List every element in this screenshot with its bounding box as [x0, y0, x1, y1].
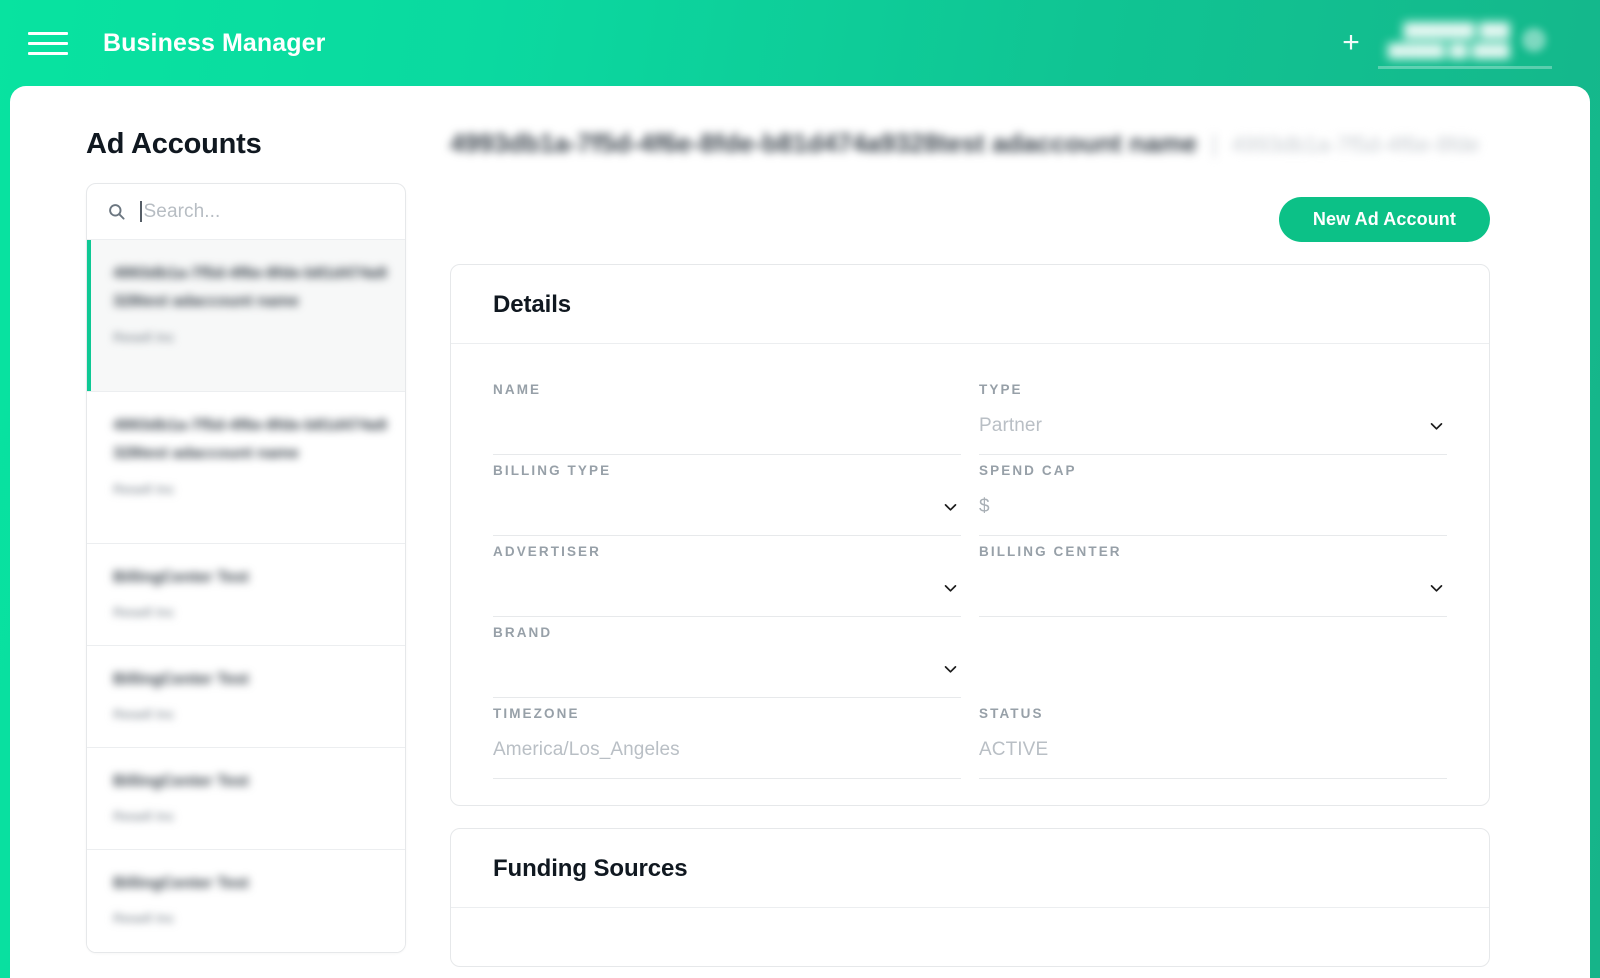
- list-item[interactable]: BillingCenter Test Resell Inc: [87, 544, 405, 646]
- list-item-name: BillingCenter Test: [113, 671, 249, 688]
- search-input[interactable]: Search...: [144, 201, 221, 223]
- funding-sources-card-header: Funding Sources: [451, 829, 1489, 908]
- main-content: 4993db1a-7f5d-4f6e-8fde-b81d474a9328test…: [428, 86, 1590, 978]
- name-input[interactable]: [493, 397, 961, 455]
- hamburger-line: [28, 41, 68, 45]
- list-item-name: BillingCenter Test: [113, 875, 249, 892]
- app-brand-title: Business Manager: [103, 28, 326, 57]
- chevron-down-icon: [944, 584, 957, 592]
- account-switcher[interactable]: ███████ ███ ██████ ██ ████: [1378, 18, 1552, 69]
- currency-prefix: $: [979, 495, 990, 517]
- details-card-body: NAME TYPE Partner BILLING TYPE SPEND CAP…: [451, 344, 1489, 805]
- field-label: ADVERTISER: [493, 544, 602, 559]
- list-item-name: BillingCenter Test: [113, 773, 249, 790]
- field-value: ACTIVE: [979, 738, 1049, 760]
- avatar-icon[interactable]: [1522, 27, 1546, 52]
- app-root: Business Manager + ███████ ███ ██████ ██…: [0, 0, 1600, 978]
- text-caret: [140, 201, 142, 222]
- details-card: Details NAME TYPE Partner BILLING TYPE S…: [450, 264, 1490, 806]
- field-label: BRAND: [493, 625, 553, 640]
- list-item-name: 4993db1a-7f5d-4f6e-8fde-b81d474a9328test…: [113, 265, 387, 311]
- action-row: New Ad Account: [450, 197, 1490, 242]
- account-name-line: ███████ ███: [1403, 21, 1510, 38]
- chevron-down-icon: [1430, 422, 1443, 430]
- field-billing-type: BILLING TYPE: [493, 455, 961, 536]
- field-type: TYPE Partner: [979, 374, 1447, 455]
- page-title: 4993db1a-7f5d-4f6e-8fde-b81d474a9328test…: [450, 128, 1198, 158]
- field-label: SPEND CAP: [979, 463, 1077, 478]
- field-advertiser: ADVERTISER: [493, 536, 961, 617]
- field-spacer: [979, 617, 1447, 698]
- search-field[interactable]: Search...: [140, 201, 387, 223]
- field-spend-cap: SPEND CAP $: [979, 455, 1447, 536]
- brand-select[interactable]: [493, 640, 961, 698]
- spend-cap-input[interactable]: $: [979, 478, 1447, 536]
- field-label: TIMEZONE: [493, 706, 580, 721]
- field-name: NAME: [493, 374, 961, 455]
- field-label: STATUS: [979, 706, 1044, 721]
- chevron-down-icon: [944, 665, 957, 673]
- status-input[interactable]: ACTIVE: [979, 721, 1447, 779]
- chevron-down-icon: [944, 503, 957, 511]
- top-navigation-bar: Business Manager + ███████ ███ ██████ ██…: [0, 0, 1600, 86]
- field-value: Partner: [979, 414, 1043, 436]
- account-switcher-text: ███████ ███ ██████ ██ ████: [1388, 22, 1510, 58]
- field-label: NAME: [493, 382, 542, 397]
- details-form-grid: NAME TYPE Partner BILLING TYPE SPEND CAP…: [493, 374, 1447, 779]
- list-item-sub: Resell Inc: [113, 328, 175, 345]
- field-value: America/Los_Angeles: [493, 738, 680, 760]
- list-item[interactable]: BillingCenter Test Resell Inc: [87, 646, 405, 748]
- field-label: TYPE: [979, 382, 1023, 397]
- field-brand: BRAND: [493, 617, 961, 698]
- type-select[interactable]: Partner: [979, 397, 1447, 455]
- list-item-name: 4993db1a-7f5d-4f6e-8fde-b81d474a9328test…: [113, 417, 387, 463]
- add-plus-icon[interactable]: +: [1334, 26, 1368, 60]
- list-item[interactable]: BillingCenter Test Resell Inc: [87, 850, 405, 952]
- list-item[interactable]: 4993db1a-7f5d-4f6e-8fde-b81d474a9328test…: [87, 240, 405, 392]
- timezone-input[interactable]: America/Los_Angeles: [493, 721, 961, 779]
- list-item-sub: Resell Inc: [113, 604, 175, 621]
- new-ad-account-button[interactable]: New Ad Account: [1278, 197, 1490, 242]
- hamburger-menu-icon[interactable]: [28, 26, 70, 60]
- billing-center-select[interactable]: [979, 559, 1447, 617]
- details-card-header: Details: [451, 265, 1489, 344]
- list-item[interactable]: 4993db1a-7f5d-4f6e-8fde-b81d474a9328test…: [87, 392, 405, 544]
- chevron-down-icon: [1430, 584, 1443, 592]
- hamburger-line: [28, 51, 68, 55]
- list-item-name: BillingCenter Test: [113, 569, 249, 586]
- page-subtitle: 4993db1a-7f5d-4f6e-8fde: [1231, 132, 1480, 157]
- sidebar-title: Ad Accounts: [86, 128, 262, 160]
- field-timezone: TIMEZONE America/Los_Angeles: [493, 698, 961, 779]
- field-billing-center: BILLING CENTER: [979, 536, 1447, 617]
- spacer-control: [979, 640, 1447, 698]
- search-icon: [109, 204, 125, 220]
- field-label: [979, 625, 1447, 640]
- details-title: Details: [493, 291, 572, 318]
- hamburger-line: [28, 31, 68, 35]
- funding-sources-title: Funding Sources: [493, 855, 688, 882]
- funding-sources-card-body: [451, 908, 1489, 966]
- funding-sources-card: Funding Sources: [450, 828, 1490, 967]
- field-label: BILLING CENTER: [979, 544, 1122, 559]
- list-item[interactable]: BillingCenter Test Resell Inc: [87, 748, 405, 850]
- search-row[interactable]: Search...: [87, 184, 405, 240]
- list-item-sub: Resell Inc: [113, 706, 175, 723]
- account-org-line: ██████ ██ ████: [1388, 42, 1510, 58]
- ad-accounts-list-card: Search... 4993db1a-7f5d-4f6e-8fde-b81d47…: [86, 183, 406, 953]
- title-separator: |: [1211, 131, 1218, 158]
- list-item-sub: Resell Inc: [113, 910, 175, 927]
- list-item-sub: Resell Inc: [113, 808, 175, 825]
- billing-type-select[interactable]: [493, 478, 961, 536]
- advertiser-select[interactable]: [493, 559, 961, 617]
- field-label: BILLING TYPE: [493, 463, 612, 478]
- list-item-sub: Resell Inc: [113, 480, 175, 497]
- sidebar: Ad Accounts Search... 4993db1a-7f5d-4f6e…: [10, 86, 428, 978]
- breadcrumb: 4993db1a-7f5d-4f6e-8fde-b81d474a9328test…: [450, 128, 1490, 168]
- field-status: STATUS ACTIVE: [979, 698, 1447, 779]
- content-sheet: Ad Accounts Search... 4993db1a-7f5d-4f6e…: [10, 86, 1590, 978]
